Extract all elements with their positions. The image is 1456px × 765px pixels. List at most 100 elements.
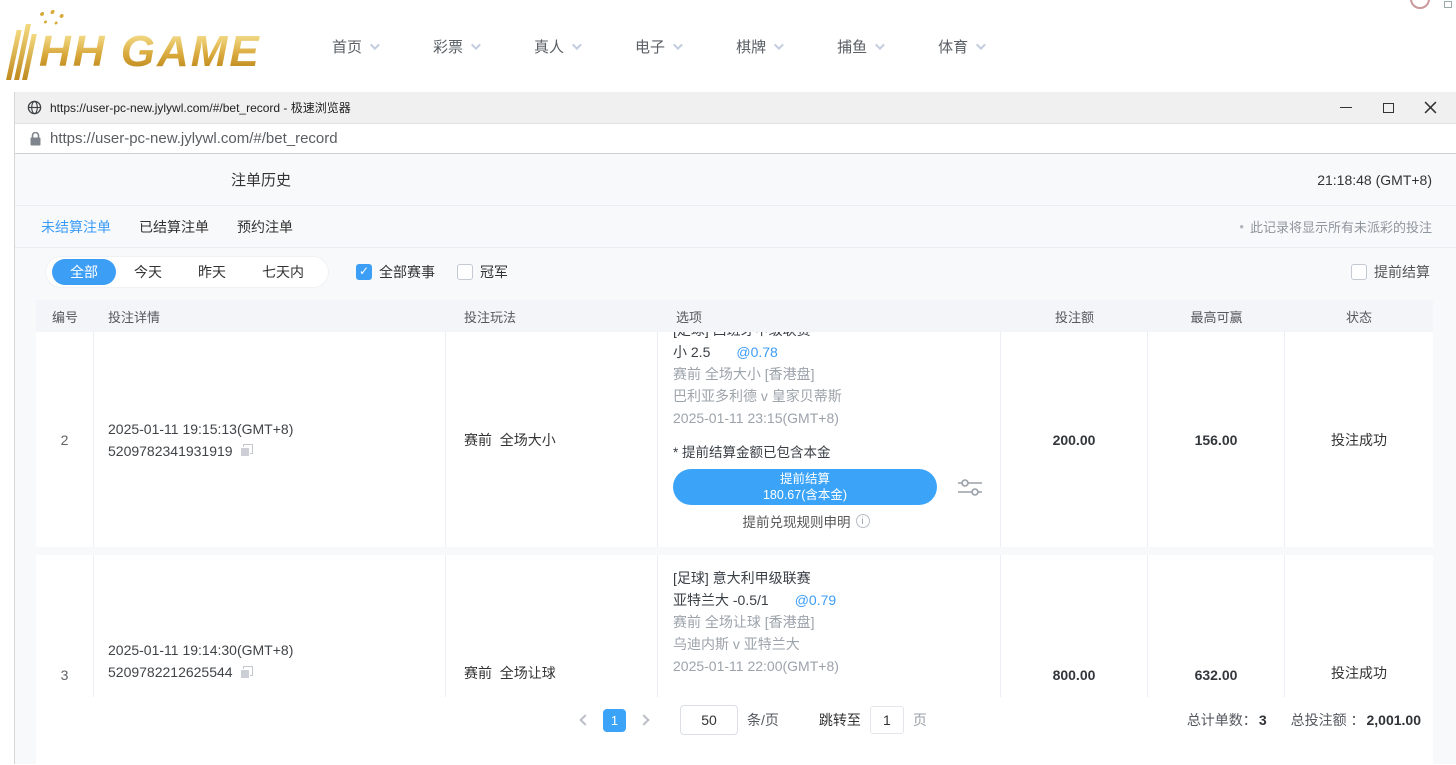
status-badge: 投注成功 bbox=[1331, 663, 1387, 683]
lock-icon bbox=[30, 132, 41, 146]
total-count: 3 bbox=[1259, 712, 1267, 728]
copy-icon[interactable] bbox=[240, 666, 253, 679]
table-row: 2 2025-01-11 19:15:13(GMT+8) 52097823419… bbox=[36, 332, 1433, 547]
bet-play-type: 赛前 全场让球 bbox=[460, 663, 657, 683]
browser-titlebar[interactable]: https://user-pc-new.jylywl.com/#/bet_rec… bbox=[15, 92, 1456, 124]
option-match: 乌迪内斯 v 亚特兰大 bbox=[673, 633, 985, 655]
info-icon: i bbox=[856, 514, 870, 528]
date-filter-group: 全部 今天 昨天 七天内 bbox=[46, 257, 328, 287]
filter-today[interactable]: 今天 bbox=[116, 259, 180, 285]
checkbox-icon bbox=[457, 264, 473, 280]
option-market: 赛前 全场大小 [香港盘] bbox=[673, 363, 985, 385]
address-url: https://user-pc-new.jylywl.com/#/bet_rec… bbox=[50, 130, 338, 147]
filter-yesterday[interactable]: 昨天 bbox=[180, 259, 244, 285]
nav-item-sports[interactable]: 体育 bbox=[938, 36, 983, 57]
clock: 21:18:48 (GMT+8) bbox=[1317, 172, 1432, 188]
nav-item-lottery[interactable]: 彩票 bbox=[433, 36, 478, 57]
early-settle-button[interactable]: 提前结算 180.67(含本金) bbox=[673, 469, 937, 505]
page-size-input[interactable] bbox=[680, 705, 738, 735]
chevron-down-icon bbox=[976, 40, 986, 50]
totals: 总计单数：3 总投注额 ：2,001.00 bbox=[1187, 710, 1421, 730]
browser-addressbar[interactable]: https://user-pc-new.jylywl.com/#/bet_rec… bbox=[15, 124, 1456, 154]
jump-page-input[interactable] bbox=[870, 706, 904, 734]
pagination-bar: 1 条/页 跳转至 页 总计单数：3 总投注额 ：2,001.00 bbox=[36, 697, 1433, 765]
page-title: 注单历史 bbox=[231, 169, 291, 190]
prev-page-button[interactable] bbox=[579, 714, 590, 725]
minimize-button[interactable] bbox=[1338, 100, 1354, 116]
copy-icon[interactable] bbox=[240, 444, 253, 457]
maximize-button[interactable] bbox=[1380, 100, 1396, 116]
champion-checkbox[interactable]: 冠军 bbox=[457, 262, 508, 282]
browser-window: https://user-pc-new.jylywl.com/#/bet_rec… bbox=[14, 92, 1456, 764]
bet-amount: 800.00 bbox=[1053, 667, 1096, 683]
nav-item-slots[interactable]: 电子 bbox=[635, 36, 680, 57]
chevron-down-icon bbox=[673, 40, 683, 50]
filter-all[interactable]: 全部 bbox=[52, 259, 116, 285]
per-page-label: 条/页 bbox=[747, 710, 779, 730]
status-badge: 投注成功 bbox=[1331, 430, 1387, 450]
slider-settings-icon[interactable] bbox=[955, 476, 985, 498]
option-cell: [足球] 西班牙甲级联赛 小 2.5@0.78 赛前 全场大小 [香港盘] 巴利… bbox=[658, 332, 1001, 547]
option-market: 赛前 全场让球 [香港盘] bbox=[673, 611, 985, 633]
total-amount-label: 总投注额 ： bbox=[1291, 710, 1365, 730]
chevron-down-icon bbox=[572, 40, 582, 50]
filter-7days[interactable]: 七天内 bbox=[244, 259, 322, 285]
option-odds: @0.78 bbox=[736, 344, 777, 360]
site-topbar: HH GAME 首页 彩票 真人 电子 棋牌 捕鱼 体育 bbox=[0, 0, 1456, 92]
chevron-down-icon bbox=[471, 40, 481, 50]
option-league: [足球] 意大利甲级联赛 bbox=[673, 567, 985, 589]
globe-icon bbox=[27, 100, 42, 115]
logo-text: HH GAME bbox=[39, 27, 261, 77]
option-match-time: 2025-01-11 22:00(GMT+8) bbox=[673, 655, 985, 677]
maximize-icon bbox=[1383, 103, 1394, 113]
bet-time: 2025-01-11 19:15:13(GMT+8) bbox=[108, 418, 445, 440]
nav-item-live[interactable]: 真人 bbox=[534, 36, 579, 57]
bet-id: 5209782341931919 bbox=[108, 440, 233, 462]
corner-widget-icon[interactable] bbox=[1444, 1, 1452, 8]
help-circle-icon[interactable] bbox=[1410, 0, 1430, 9]
minimize-icon bbox=[1340, 107, 1352, 108]
option-selection: 亚特兰大 -0.5/1 bbox=[673, 592, 769, 608]
chevron-down-icon bbox=[875, 40, 885, 50]
option-odds: @0.79 bbox=[795, 592, 836, 608]
page-content: 注单历史 21:18:48 (GMT+8) 未结算注单 已结算注单 预约注单 此… bbox=[15, 154, 1456, 763]
nav-item-home[interactable]: 首页 bbox=[332, 36, 377, 57]
tab-settled[interactable]: 已结算注单 bbox=[139, 217, 209, 237]
table-row: 3 2025-01-11 19:14:30(GMT+8) 52097822126… bbox=[36, 555, 1433, 697]
nav-item-chess[interactable]: 棋牌 bbox=[736, 36, 781, 57]
early-settle-checkbox[interactable]: 提前结算 bbox=[1351, 262, 1430, 282]
tab-unsettled[interactable]: 未结算注单 bbox=[41, 217, 111, 237]
tab-reserved[interactable]: 预约注单 bbox=[237, 217, 293, 237]
early-settle-note: * 提前结算金额已包含本金 bbox=[673, 443, 985, 463]
brand-logo[interactable]: HH GAME bbox=[12, 24, 261, 80]
option-league: [足球] 西班牙甲级联赛 bbox=[673, 332, 985, 341]
bet-amount: 200.00 bbox=[1053, 432, 1096, 448]
nav-item-fishing[interactable]: 捕鱼 bbox=[837, 36, 882, 57]
page-unit-label: 页 bbox=[913, 710, 927, 730]
checkbox-icon bbox=[1351, 264, 1367, 280]
total-amount: 2,001.00 bbox=[1367, 712, 1422, 728]
total-count-label: 总计单数： bbox=[1187, 710, 1257, 730]
filter-row: 全部 今天 昨天 七天内 全部赛事 冠军 提前结算 bbox=[15, 248, 1456, 296]
option-selection: 小 2.5 bbox=[673, 344, 710, 360]
window-title: https://user-pc-new.jylywl.com/#/bet_rec… bbox=[50, 99, 351, 116]
max-win: 632.00 bbox=[1195, 667, 1238, 683]
chevron-down-icon bbox=[774, 40, 784, 50]
logo-bars-icon bbox=[6, 24, 39, 80]
bet-table: 编号 投注详情 投注玩法 选项 投注额 最高可赢 状态 2 2025-01-11… bbox=[36, 300, 1433, 697]
early-cashout-rules-link[interactable]: 提前兑现规则申明i bbox=[673, 511, 939, 531]
main-nav: 首页 彩票 真人 电子 棋牌 捕鱼 体育 bbox=[332, 0, 983, 92]
close-button[interactable] bbox=[1422, 100, 1438, 116]
checkbox-checked-icon bbox=[356, 264, 372, 280]
option-match-time: 2025-01-11 23:15(GMT+8) bbox=[673, 407, 985, 429]
jump-to-label: 跳转至 bbox=[819, 710, 861, 730]
bet-time: 2025-01-11 19:14:30(GMT+8) bbox=[108, 639, 445, 661]
next-page-button[interactable] bbox=[638, 714, 649, 725]
max-win: 156.00 bbox=[1195, 432, 1238, 448]
page-number-button[interactable]: 1 bbox=[603, 709, 626, 732]
row-number: 3 bbox=[61, 667, 69, 683]
unsettled-note: 此记录将显示所有未派彩的投注 bbox=[1239, 217, 1432, 236]
chevron-down-icon bbox=[370, 40, 380, 50]
close-icon bbox=[1424, 101, 1437, 114]
all-events-checkbox[interactable]: 全部赛事 bbox=[356, 262, 435, 282]
